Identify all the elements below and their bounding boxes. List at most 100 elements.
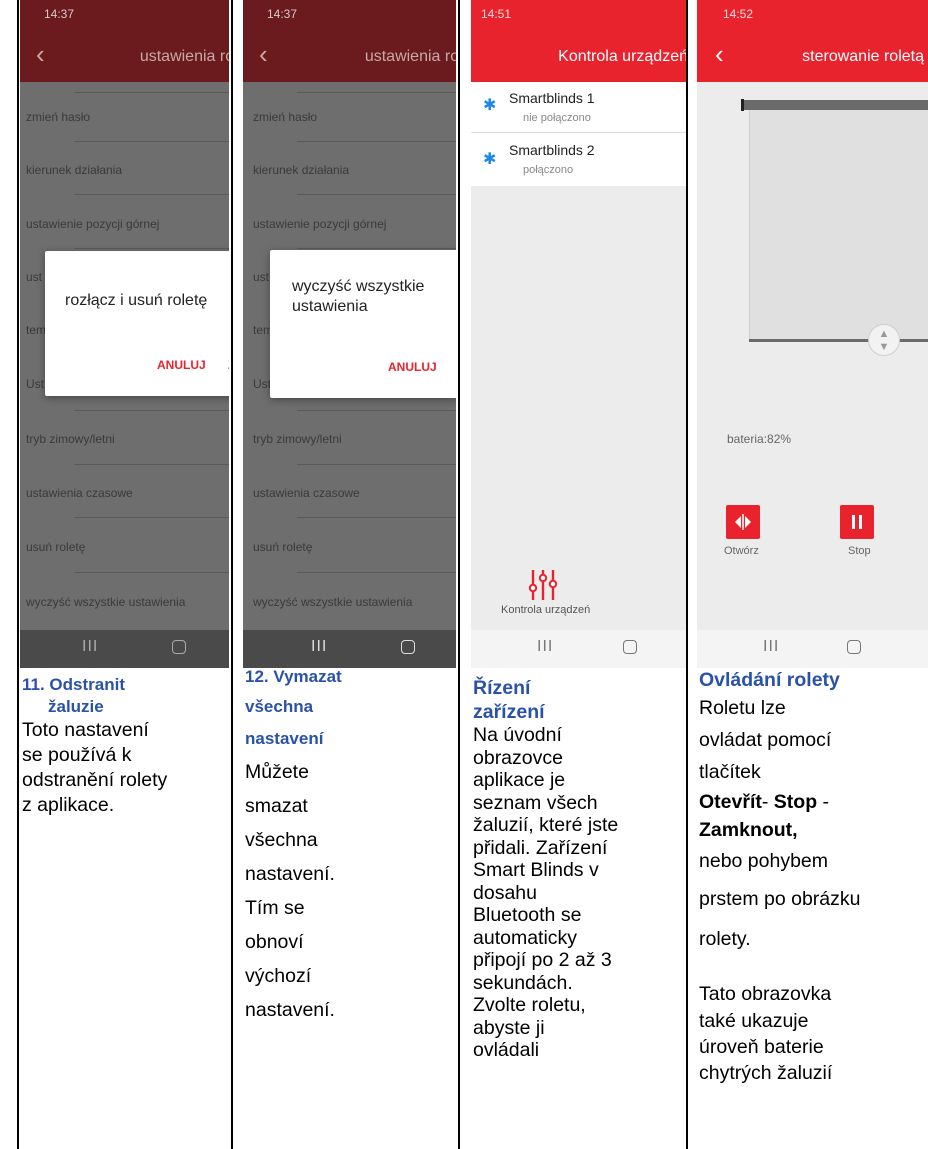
divider	[74, 248, 229, 249]
home-icon[interactable]	[847, 640, 861, 654]
screenshot-remove-blind: 14:37 ‹ ustawienia rolety zmień hasło ki…	[20, 0, 229, 668]
caption-body: rolety.	[699, 928, 751, 950]
divider	[74, 572, 229, 573]
home-icon[interactable]	[401, 640, 415, 654]
setting-item[interactable]: tem	[26, 323, 46, 337]
caption-body: Tato obrazovka	[699, 983, 832, 1005]
caption-body: Zvolte roletu,	[473, 994, 586, 1016]
drag-handle-icon[interactable]: ▲ ▼	[868, 324, 900, 356]
back-icon[interactable]: ‹	[715, 41, 724, 67]
open-button[interactable]	[726, 505, 760, 539]
table-border-col2	[231, 0, 233, 1149]
system-nav-bar: III	[471, 630, 686, 668]
home-icon[interactable]	[623, 640, 637, 654]
caption-body: smazat	[245, 795, 308, 817]
setting-item[interactable]: ust	[253, 270, 269, 284]
sliders-icon	[528, 570, 558, 600]
setting-item[interactable]: Ust	[253, 377, 271, 391]
recents-icon[interactable]: III	[311, 638, 327, 656]
caption-body: obrazovce	[473, 746, 563, 769]
bold-close: Zamknout,	[699, 819, 798, 841]
dialog-message-line2: ustawienia	[292, 298, 368, 315]
caption-body: se používá k	[22, 744, 132, 766]
caption-body: úroveň baterie	[699, 1036, 824, 1058]
caption-buttons-line: Otevřít- Stop -	[699, 787, 928, 817]
bluetooth-icon: ✱	[483, 151, 497, 168]
dash: -	[817, 791, 830, 813]
setting-item[interactable]: zmień hasło	[253, 110, 317, 124]
setting-item[interactable]: wyczyść wszystkie ustawienia	[26, 595, 185, 609]
caption-heading: žaluzie	[48, 697, 104, 716]
blind-rail	[741, 100, 928, 110]
caption-heading: Řízení	[473, 677, 531, 699]
caption-body: Toto nastavení	[22, 719, 149, 741]
setting-item[interactable]: ust	[26, 270, 42, 284]
caption-body: dosahu	[473, 881, 537, 904]
setting-item[interactable]: ustawienia czasowe	[253, 486, 360, 500]
recents-icon[interactable]: III	[537, 638, 553, 656]
caption-body: automaticky	[473, 926, 578, 949]
setting-item[interactable]: usuń roletę	[26, 540, 85, 554]
device-row[interactable]: ✱ Smartblinds 2 połączono	[471, 134, 686, 184]
caption-body: abyste ji	[473, 1016, 545, 1039]
app-bar: 14:51 Kontrola urządzeń	[471, 0, 686, 82]
dialog-message: rozłącz i usuń roletę	[65, 292, 208, 309]
caption-body: sekundách.	[473, 971, 573, 994]
setting-item[interactable]: ustawienia czasowe	[26, 486, 133, 500]
caption-blind-control: Ovládání rolety Roletu lze ovládat pomoc…	[699, 666, 928, 1086]
divider	[297, 248, 456, 249]
app-bar-title: sterowanie roletą	[802, 48, 924, 65]
setting-item[interactable]: kierunek działania	[253, 163, 349, 177]
status-bar: 14:37	[20, 0, 229, 24]
caption-body: všechna	[245, 829, 318, 851]
stop-label: Stop	[848, 545, 871, 557]
back-icon[interactable]: ‹	[259, 41, 268, 67]
caption-body: také ukazuje	[699, 1010, 809, 1032]
cancel-button[interactable]: ANULUJ	[388, 360, 437, 374]
app-bar-title: ustawienia rolety	[364, 48, 456, 65]
caption-body: nastavení.	[245, 999, 335, 1021]
stop-button[interactable]	[840, 505, 874, 539]
setting-item[interactable]: tryb zimowy/letni	[26, 432, 115, 446]
setting-item[interactable]: tryb zimowy/letni	[253, 432, 342, 446]
blind-rail-end	[741, 99, 744, 111]
device-row[interactable]: ✱ Smartblinds 1 nie połączono	[471, 82, 686, 133]
caption-heading: všechna	[245, 697, 314, 716]
caption-body: Můžete	[245, 761, 309, 783]
table-border-left	[17, 0, 19, 1149]
setting-item[interactable]: Ust	[26, 377, 44, 391]
recents-icon[interactable]: III	[82, 638, 98, 656]
setting-item[interactable]: ustawienie pozycji górnej	[253, 217, 386, 231]
status-time: 14:51	[481, 7, 512, 21]
setting-item[interactable]: kierunek działania	[26, 163, 122, 177]
table-border-col3	[458, 0, 460, 1149]
setting-item[interactable]: ustawienie pozycji górnej	[26, 217, 159, 231]
caption-body: Smart Blinds v	[473, 859, 599, 881]
divider	[297, 572, 456, 573]
cancel-button[interactable]: ANULUJ	[157, 358, 206, 372]
system-nav-bar: III	[20, 630, 229, 668]
back-icon[interactable]: ‹	[36, 41, 45, 67]
home-icon[interactable]	[172, 640, 186, 654]
status-bar: 14:37	[243, 0, 456, 24]
recents-icon[interactable]: III	[763, 638, 779, 656]
confirm-button[interactable]: Z	[228, 358, 229, 372]
pause-icon	[852, 515, 862, 529]
caption-body: nastavení.	[245, 863, 335, 885]
caption-heading: 11. Odstranit	[22, 675, 125, 694]
caption-body: Roletu lze	[699, 697, 786, 719]
caption-body: tlačítek	[699, 761, 761, 783]
system-nav-bar: III	[697, 630, 928, 668]
setting-item[interactable]: zmień hasło	[26, 110, 90, 124]
caption-body: odstranění rolety	[22, 769, 168, 791]
setting-item[interactable]: wyczyść wszystkie ustawienia	[253, 595, 412, 609]
bottom-tab-device-control[interactable]: Kontrola urządzeń	[471, 560, 686, 630]
blind-preview[interactable]: ▲ ▼	[741, 96, 928, 356]
setting-item[interactable]: usuń roletę	[253, 540, 312, 554]
caption-body: výchozí	[245, 965, 312, 987]
caption-body: z aplikace.	[22, 794, 115, 816]
caption-device-control: Řízení zařízení Na úvodní obrazovce apli…	[473, 674, 685, 1149]
device-status: nie połączono	[523, 112, 591, 124]
caption-heading: 12. Vymazat	[245, 667, 342, 686]
screenshot-blind-control: 14:52 ‹ sterowanie roletą ▲ ▼ bateria:82%…	[697, 0, 928, 668]
